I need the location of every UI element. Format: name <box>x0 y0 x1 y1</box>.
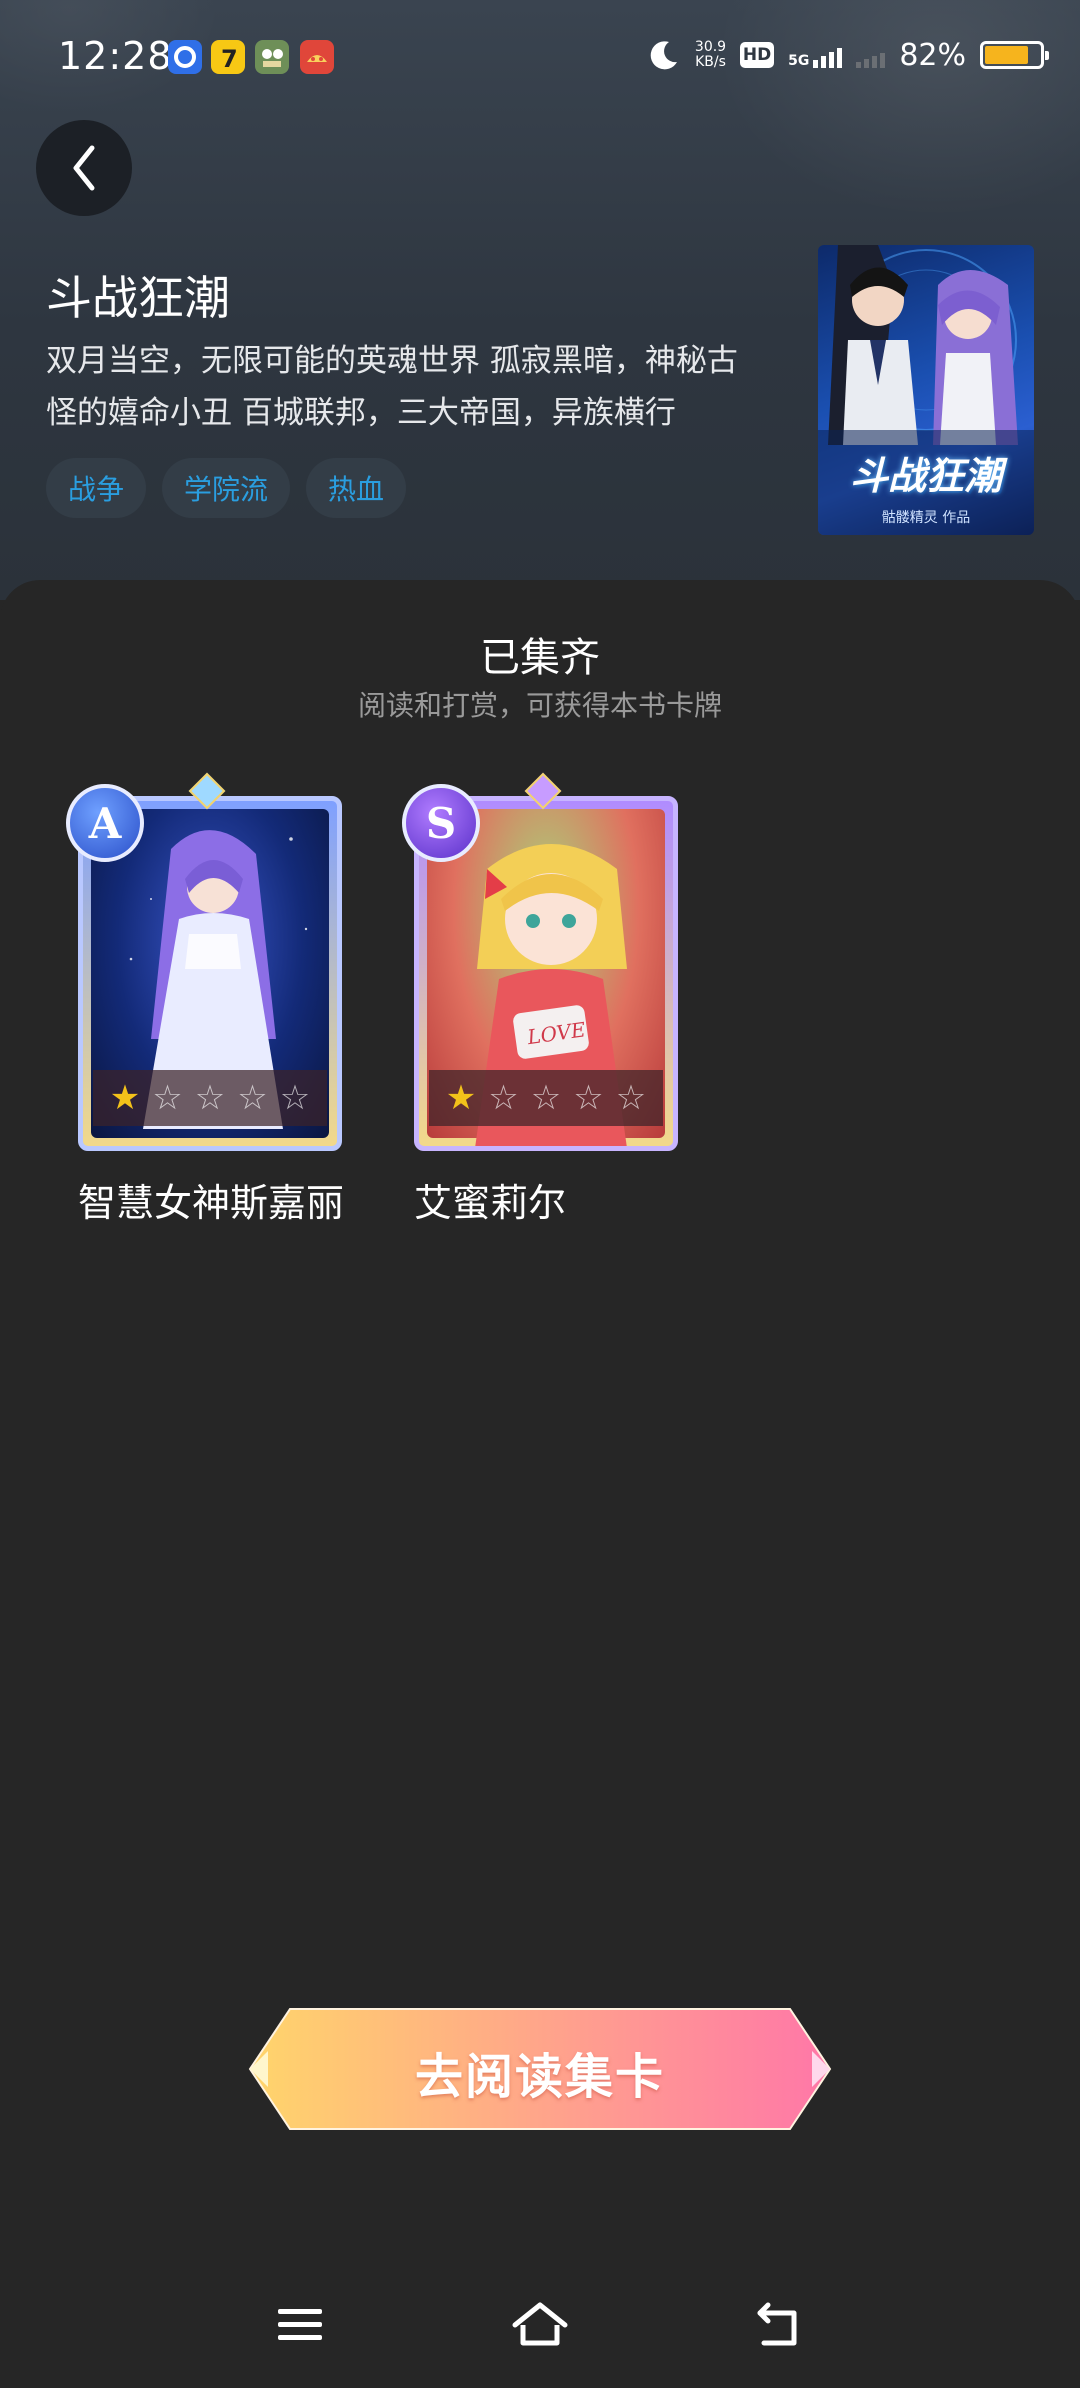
hd-label: HD <box>742 45 772 65</box>
back-nav-button[interactable] <box>740 2290 820 2360</box>
star-filled-icon: ★ <box>109 1078 141 1118</box>
card-item[interactable]: LOVE ★ ☆ ☆ ☆ ☆ S <box>402 772 682 1158</box>
chevron-left-icon <box>73 145 95 191</box>
book-cover[interactable]: 斗战狂潮 骷髅精灵 作品 <box>818 245 1034 535</box>
status-time: 12:28 <box>58 34 173 78</box>
rank-badge: A <box>66 784 144 862</box>
app-icon-game <box>255 40 289 74</box>
read-collect-button[interactable]: 去阅读集卡 <box>246 2005 834 2133</box>
cover-author: 骷髅精灵 作品 <box>881 510 971 526</box>
app-icon-blue <box>168 40 202 74</box>
menu-icon <box>278 2309 322 2340</box>
read-collect-label: 去阅读集卡 <box>414 2049 665 2105</box>
system-nav-bar <box>0 2260 1080 2388</box>
app-icon-red <box>300 40 334 74</box>
tag-passion[interactable]: 热血 <box>306 458 407 518</box>
book-title: 斗战狂潮 <box>46 271 230 325</box>
collection-title: 已集齐 <box>480 635 600 681</box>
star-empty-icon: ☆ <box>152 1078 183 1118</box>
star-rating: ★ ☆ ☆ ☆ ☆ <box>93 1070 327 1126</box>
hd-icon: HD <box>740 42 775 68</box>
moon-icon <box>650 41 677 70</box>
status-bar: 12:28 7 30.9 KB/s HD 5G 82% <box>0 0 1080 118</box>
card-name: 智慧女神斯嘉丽 <box>78 1181 345 1225</box>
back-button[interactable] <box>36 120 132 216</box>
card-item[interactable]: ★ ☆ ☆ ☆ ☆ A <box>66 772 346 1158</box>
network-type: 5G <box>788 53 810 69</box>
status-indicators: 30.9 KB/s HD 5G 82% <box>647 30 1049 80</box>
star-empty-icon: ☆ <box>573 1078 604 1118</box>
tag-war[interactable]: 战争 <box>46 458 147 518</box>
star-filled-icon: ★ <box>445 1078 477 1118</box>
battery-percent: 82% <box>899 37 966 73</box>
star-rating: ★ ☆ ☆ ☆ ☆ <box>429 1070 663 1126</box>
svg-text:7: 7 <box>221 45 238 73</box>
rank-badge: S <box>402 784 480 862</box>
star-empty-icon: ☆ <box>279 1078 311 1118</box>
battery-fill <box>985 46 1028 64</box>
home-button[interactable] <box>500 2290 580 2360</box>
signal-5g: 5G <box>788 42 843 69</box>
tag-list: 战争 学院流 热血 <box>46 458 407 518</box>
star-empty-icon: ☆ <box>530 1078 562 1118</box>
star-empty-icon: ☆ <box>615 1078 647 1118</box>
net-speed-value: 30.9 <box>694 39 727 55</box>
battery-icon <box>980 41 1049 69</box>
book-description: 双月当空，无限可能的英魂世界 孤寂黑暗，神秘古怪的嬉命小丑 百城联邦，三大帝国，… <box>46 343 738 431</box>
menu-button[interactable] <box>260 2290 340 2360</box>
net-speed-unit: KB/s <box>695 54 726 70</box>
tag-academy[interactable]: 学院流 <box>162 458 291 518</box>
star-empty-icon: ☆ <box>194 1078 226 1118</box>
app-icon-yellow: 7 <box>211 40 245 74</box>
collection-subtitle: 阅读和打赏，可获得本书卡牌 <box>357 689 722 722</box>
signal-bars-secondary-icon <box>856 42 886 68</box>
net-speed: 30.9 KB/s <box>695 40 726 70</box>
back-nav-icon <box>757 2302 797 2346</box>
star-empty-icon: ☆ <box>237 1078 268 1118</box>
card-name: 艾蜜莉尔 <box>414 1181 567 1225</box>
signal-bars-icon <box>813 42 843 68</box>
cover-title: 斗战狂潮 <box>849 454 1002 498</box>
home-icon <box>512 2302 568 2346</box>
star-empty-icon: ☆ <box>488 1078 519 1118</box>
